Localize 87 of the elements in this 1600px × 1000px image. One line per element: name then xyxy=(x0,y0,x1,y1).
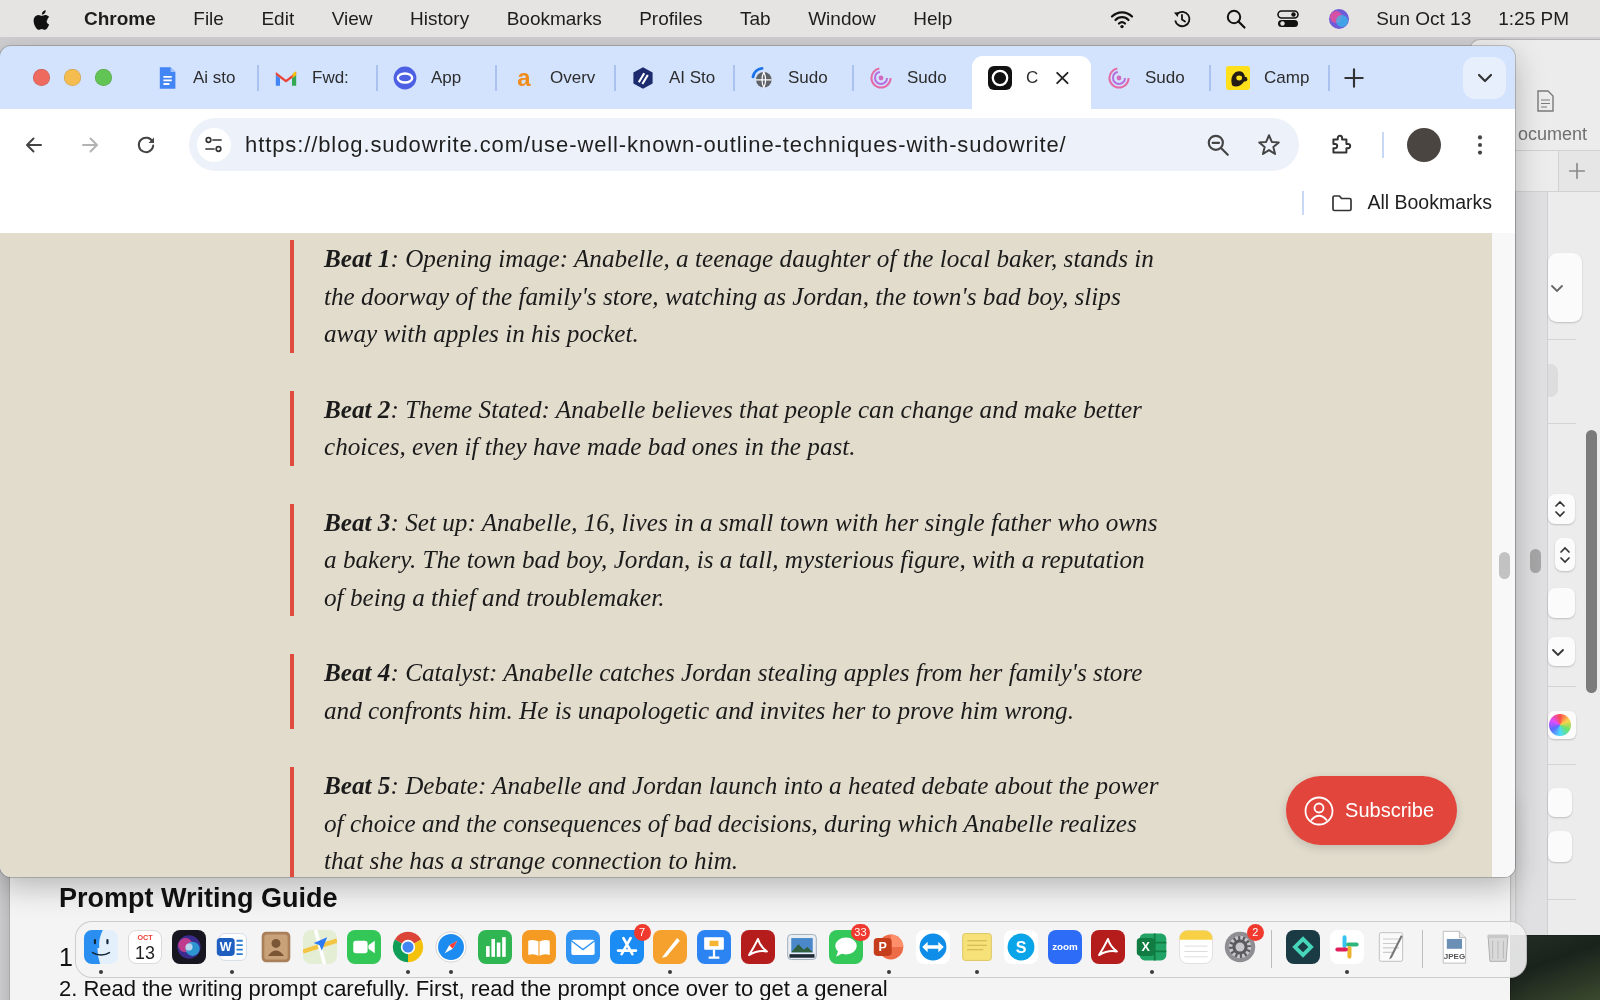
circle-logo-icon xyxy=(393,66,417,90)
search-icon[interactable] xyxy=(1225,7,1248,30)
pen-icon[interactable] xyxy=(653,930,688,964)
chevron-up-down-icon xyxy=(1552,498,1568,520)
ring-icon xyxy=(988,66,1012,90)
globe-icon xyxy=(750,66,774,90)
browser-tab[interactable]: Fwd: xyxy=(258,56,377,109)
video-meeting-icon[interactable]: zoom xyxy=(1047,930,1082,964)
color-well[interactable] xyxy=(1548,711,1576,739)
map-icon[interactable] xyxy=(303,930,337,964)
star-icon[interactable] xyxy=(1256,131,1282,158)
apple-logo-icon[interactable] xyxy=(33,7,51,30)
spiral-icon xyxy=(1107,66,1131,90)
text-field[interactable] xyxy=(1548,831,1572,862)
crossed-strokes-icon[interactable] xyxy=(609,930,644,964)
smiling-face-icon[interactable] xyxy=(84,930,118,964)
video-camera-icon[interactable] xyxy=(346,930,381,964)
browser-tab[interactable]: Camp xyxy=(1210,56,1329,109)
menu-item[interactable]: Bookmarks xyxy=(506,7,602,30)
profile-avatar[interactable] xyxy=(1407,127,1441,162)
site-settings-icon[interactable] xyxy=(197,127,231,162)
envelope-icon[interactable] xyxy=(565,930,600,964)
color-wheel-icon xyxy=(1549,714,1571,736)
menu-bar-clock[interactable]: 1:25 PM xyxy=(1498,7,1569,30)
browser-tab[interactable]: Sudo xyxy=(1091,56,1210,109)
letter-a-icon: a xyxy=(512,66,536,90)
hash-logo-icon[interactable] xyxy=(1329,930,1364,964)
notification-badge: 33 xyxy=(851,924,870,941)
compass-icon[interactable] xyxy=(434,930,469,964)
user-circle-icon xyxy=(1304,795,1335,826)
tab-search-button[interactable] xyxy=(1463,56,1506,99)
spiral-icon xyxy=(869,66,893,90)
gear-icon[interactable] xyxy=(1222,930,1257,964)
wifi-icon[interactable] xyxy=(1110,8,1135,29)
menu-item[interactable]: File xyxy=(193,7,224,30)
list-item-text: 2. Read the writing prompt carefully. First, read the prompt once over to get a general xyxy=(59,978,888,1000)
document-button[interactable]: ocument xyxy=(1518,40,1590,144)
browser-tab[interactable]: Sudo xyxy=(853,56,972,109)
add-button[interactable] xyxy=(1558,151,1600,191)
text-field[interactable] xyxy=(1548,588,1575,618)
pdf-icon[interactable] xyxy=(1091,930,1126,964)
bar-chart-icon[interactable] xyxy=(478,930,513,964)
menu-item[interactable]: Chrome xyxy=(84,7,156,30)
browser-tab[interactable]: a Overv xyxy=(496,56,615,109)
scrollbar-thumb[interactable] xyxy=(1586,430,1597,693)
text-field[interactable] xyxy=(1548,788,1572,817)
subscribe-button[interactable]: Subscribe xyxy=(1286,776,1457,845)
beat-quote: Beat 2: Theme Stated: Anabelle believes that people can change and make better choices, even if they have made bad ones in the past. xyxy=(290,390,1169,466)
notification-badge: 2 xyxy=(1246,924,1264,941)
beat-quote: Beat 5: Debate: Anabelle and Jordan launch into a heated debate about the power of choice and the consequences of bad decisions, during which Anabelle realizes that she has a strange connection to him. xyxy=(290,767,1169,877)
menu-item[interactable]: History xyxy=(410,7,470,30)
mascot-icon xyxy=(1226,66,1250,90)
menu-item[interactable]: Edit xyxy=(261,7,295,30)
beat-quote: Beat 4: Catalyst: Anabelle catches Jordan stealing apples from her family's store and confronts him. He is unapologetic and invites her to prove him wrong. xyxy=(290,654,1169,729)
podium-icon[interactable] xyxy=(697,930,732,964)
browser-tab[interactable]: Sudo xyxy=(734,56,853,109)
browser-tab[interactable]: AI Sto xyxy=(615,56,734,109)
menu-item[interactable]: View xyxy=(331,7,373,30)
all-bookmarks-button[interactable]: All Bookmarks xyxy=(1322,190,1500,215)
beat-quote: Beat 3: Set up: Anabelle, 16, lives in a small town with her single father who owns a bakery. The town bad boy, Jordan, is a tall, mysterious figure, with a reputation of being a thief and troublemaker. xyxy=(290,503,1169,616)
plus-icon xyxy=(1566,160,1588,182)
menu-item[interactable]: Window xyxy=(808,7,876,30)
toggle-switches-icon[interactable] xyxy=(1276,7,1301,30)
browser-tab[interactable]: C xyxy=(972,56,1091,109)
address-bar[interactable]: https://blog.sudowrite.com/use-well-known-outline-techniques-with-sudowrite/ xyxy=(189,118,1299,171)
browser-tab[interactable]: App xyxy=(377,56,496,109)
menu-item[interactable]: Tab xyxy=(740,7,771,30)
menu-item[interactable]: Help xyxy=(913,7,953,30)
browser-tab[interactable]: Ai sto xyxy=(139,56,258,109)
open-book-icon[interactable] xyxy=(521,930,556,964)
popup-button[interactable] xyxy=(1548,637,1575,666)
browser-icon[interactable] xyxy=(390,930,425,964)
text-field[interactable] xyxy=(1548,364,1558,397)
document-heading: Prompt Writing Guide xyxy=(59,882,338,914)
menu-bar-date[interactable]: Sun Oct 13 xyxy=(1376,7,1472,30)
orb-icon[interactable] xyxy=(171,930,206,964)
hexagon-icon xyxy=(631,66,655,90)
menu-item[interactable]: Profiles xyxy=(639,7,703,30)
stepper-button[interactable] xyxy=(1548,494,1575,524)
close-window-button[interactable] xyxy=(33,69,50,86)
scrollbar-thumb[interactable] xyxy=(1530,549,1541,573)
list-item-text: 1 xyxy=(59,944,73,970)
stepper-button[interactable] xyxy=(1555,538,1575,571)
beat-quote: Beat 1: Opening image: Anabelle, a teenage daughter of the local baker, stands in the doorway of the family's store, watching as Jordan, the town's bad boy, slips away with apples in his pocket. xyxy=(290,240,1169,353)
pdf-icon[interactable] xyxy=(740,930,775,964)
scrollbar-thumb[interactable] xyxy=(1499,552,1510,579)
document-icon xyxy=(1536,90,1555,112)
